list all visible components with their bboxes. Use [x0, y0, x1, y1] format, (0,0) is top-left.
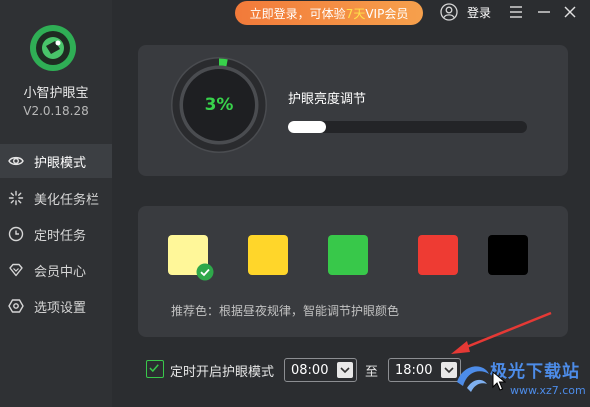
color-swatch-black[interactable] [488, 235, 528, 275]
app-version: V2.0.18.28 [23, 104, 89, 118]
sidebar-item-label: 选项设置 [34, 300, 87, 316]
sidebar-item-settings[interactable]: 选项设置 [0, 289, 112, 323]
brightness-slider-fill[interactable] [288, 121, 327, 133]
start-time-select[interactable]: 08:00 [284, 358, 357, 382]
vip-login-banner[interactable]: 立即登录，可体验 7天 VIP会员 [235, 1, 423, 25]
annotation-arrow-icon [451, 311, 552, 354]
diamond-icon [9, 263, 23, 277]
sidebar-item-eye-mode[interactable]: 护眼模式 [0, 144, 112, 178]
login-link[interactable]: 登录 [467, 4, 491, 21]
user-avatar-icon[interactable] [440, 3, 458, 21]
sidebar-item-taskbar[interactable]: 美化任务栏 [0, 181, 112, 215]
sidebar-item-scheduled-tasks[interactable]: 定时任务 [0, 217, 112, 251]
start-time-value: 08:00 [291, 362, 329, 378]
end-time-select[interactable]: 18:00 [388, 358, 461, 382]
color-swatch-red[interactable] [418, 235, 458, 275]
sidebar-item-label: 定时任务 [34, 228, 87, 244]
sidebar: 小智护眼宝 V2.0.18.28 护眼模式 美化任务栏 定时任务 会员中心 选项… [0, 0, 112, 407]
chevron-down-icon[interactable] [337, 362, 353, 378]
end-time-value: 18:00 [395, 362, 433, 378]
app-logo-icon [30, 25, 76, 71]
vip-banner-prefix: 立即登录，可体验 [249, 6, 346, 21]
close-icon[interactable] [563, 5, 577, 19]
brightness-percent: 3% [204, 95, 234, 115]
schedule-label: 定时开启护眼模式 [170, 365, 275, 380]
minimize-icon[interactable] [537, 5, 551, 19]
sparkle-icon [8, 190, 24, 206]
checkmark-icon [149, 364, 159, 373]
mouse-cursor-icon [492, 371, 506, 391]
selected-check-icon [196, 263, 214, 281]
brightness-label: 护眼亮度调节 [288, 92, 367, 107]
color-swatch-green[interactable] [328, 235, 368, 275]
vip-banner-suffix: VIP会员 [365, 6, 409, 21]
watermark-url: www.xz7.com [510, 384, 586, 397]
time-separator: 至 [365, 365, 379, 380]
brightness-slider[interactable] [288, 121, 527, 133]
sidebar-item-label: 护眼模式 [34, 155, 87, 171]
schedule-checkbox[interactable] [146, 360, 164, 378]
sidebar-item-membership[interactable]: 会员中心 [0, 253, 112, 287]
menu-icon[interactable] [508, 5, 524, 19]
color-swatch-yellow[interactable] [248, 235, 288, 275]
clock-icon [8, 226, 24, 242]
recommend-hint: 推荐色：根据昼夜规律，智能调节护眼颜色 [171, 304, 400, 318]
app-name: 小智护眼宝 [23, 86, 89, 101]
vip-banner-highlight: 7天 [345, 6, 366, 21]
settings-hexagon-icon [8, 299, 24, 313]
sidebar-item-label: 会员中心 [34, 264, 87, 280]
sidebar-item-label: 美化任务栏 [34, 192, 100, 208]
eye-icon [8, 156, 24, 166]
